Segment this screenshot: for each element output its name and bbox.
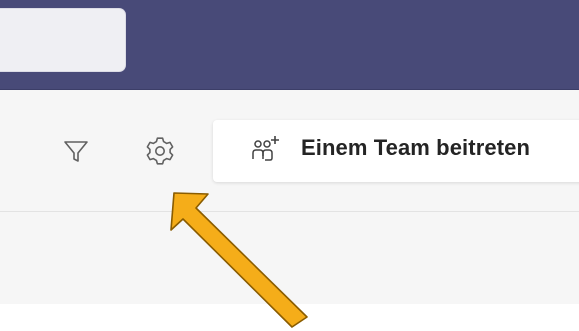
- bottom-strip: [0, 304, 579, 331]
- filter-icon[interactable]: [58, 133, 94, 169]
- content-area: [0, 212, 579, 304]
- join-team-button[interactable]: Einem Team beitreten: [213, 120, 579, 182]
- join-team-label: Einem Team beitreten: [301, 135, 530, 160]
- search-box[interactable]: [0, 8, 126, 72]
- title-bar: [0, 0, 579, 90]
- people-add-icon: [247, 133, 283, 169]
- gear-icon[interactable]: [142, 133, 178, 169]
